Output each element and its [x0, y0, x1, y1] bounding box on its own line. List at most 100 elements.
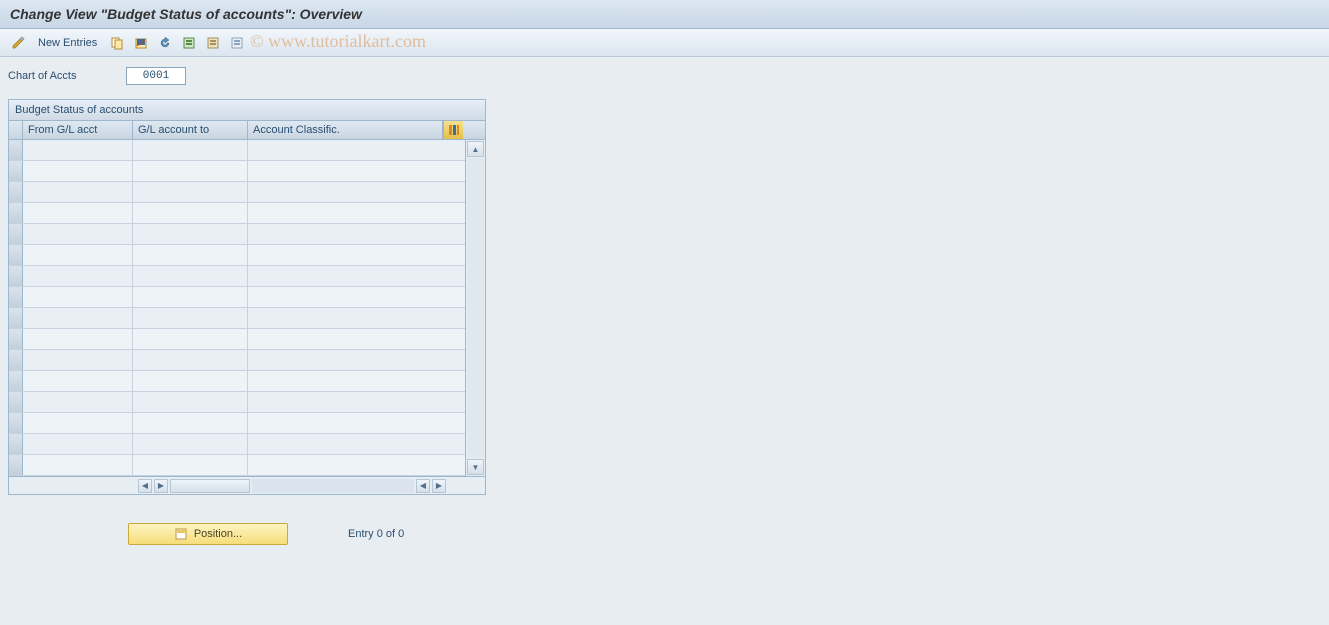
row-selector[interactable] — [9, 182, 23, 202]
column-header-gl-to[interactable]: G/L account to — [133, 121, 248, 139]
table-row[interactable] — [9, 266, 465, 287]
cell-from-gl[interactable] — [23, 308, 133, 328]
cell-gl-to[interactable] — [133, 266, 248, 286]
cell-gl-to[interactable] — [133, 371, 248, 391]
position-button[interactable]: Position... — [128, 523, 288, 545]
row-selector[interactable] — [9, 245, 23, 265]
scroll-first-icon[interactable]: ◀ — [138, 479, 152, 493]
horizontal-scrollbar[interactable]: ◀ ▶ ◀ ▶ — [137, 479, 447, 493]
cell-gl-to[interactable] — [133, 287, 248, 307]
row-selector[interactable] — [9, 413, 23, 433]
row-selector[interactable] — [9, 308, 23, 328]
chart-of-accts-input[interactable] — [126, 67, 186, 85]
cell-from-gl[interactable] — [23, 329, 133, 349]
cell-classific[interactable] — [248, 224, 443, 244]
row-selector[interactable] — [9, 224, 23, 244]
table-row[interactable] — [9, 224, 465, 245]
select-all-icon[interactable] — [179, 33, 199, 53]
scroll-left-icon[interactable]: ▶ — [154, 479, 168, 493]
cell-gl-to[interactable] — [133, 140, 248, 160]
cell-classific[interactable] — [248, 308, 443, 328]
cell-classific[interactable] — [248, 413, 443, 433]
table-row[interactable] — [9, 329, 465, 350]
row-selector[interactable] — [9, 161, 23, 181]
scroll-down-icon[interactable]: ▼ — [467, 459, 484, 475]
cell-classific[interactable] — [248, 266, 443, 286]
cell-gl-to[interactable] — [133, 161, 248, 181]
cell-classific[interactable] — [248, 161, 443, 181]
scroll-last-icon[interactable]: ▶ — [432, 479, 446, 493]
cell-gl-to[interactable] — [133, 329, 248, 349]
cell-classific[interactable] — [248, 245, 443, 265]
cell-from-gl[interactable] — [23, 434, 133, 454]
cell-gl-to[interactable] — [133, 455, 248, 475]
row-selector[interactable] — [9, 434, 23, 454]
new-entries-button[interactable]: New Entries — [32, 37, 103, 49]
cell-from-gl[interactable] — [23, 266, 133, 286]
cell-classific[interactable] — [248, 140, 443, 160]
cell-from-gl[interactable] — [23, 161, 133, 181]
cell-from-gl[interactable] — [23, 203, 133, 223]
cell-from-gl[interactable] — [23, 140, 133, 160]
cell-classific[interactable] — [248, 203, 443, 223]
row-selector[interactable] — [9, 329, 23, 349]
cell-gl-to[interactable] — [133, 434, 248, 454]
cell-gl-to[interactable] — [133, 392, 248, 412]
cell-classific[interactable] — [248, 455, 443, 475]
table-row[interactable] — [9, 161, 465, 182]
table-row[interactable] — [9, 371, 465, 392]
cell-gl-to[interactable] — [133, 350, 248, 370]
cell-gl-to[interactable] — [133, 182, 248, 202]
row-selector[interactable] — [9, 266, 23, 286]
cell-gl-to[interactable] — [133, 203, 248, 223]
row-selector[interactable] — [9, 140, 23, 160]
table-row[interactable] — [9, 350, 465, 371]
hscroll-thumb[interactable] — [170, 479, 250, 493]
table-row[interactable] — [9, 203, 465, 224]
cell-classific[interactable] — [248, 287, 443, 307]
row-selector[interactable] — [9, 392, 23, 412]
copy-as-icon[interactable] — [107, 33, 127, 53]
cell-from-gl[interactable] — [23, 224, 133, 244]
cell-from-gl[interactable] — [23, 245, 133, 265]
cell-from-gl[interactable] — [23, 287, 133, 307]
table-row[interactable] — [9, 140, 465, 161]
select-block-icon[interactable] — [203, 33, 223, 53]
cell-classific[interactable] — [248, 350, 443, 370]
vertical-scrollbar[interactable]: ▲ ▼ — [465, 140, 485, 476]
cell-from-gl[interactable] — [23, 413, 133, 433]
row-selector[interactable] — [9, 203, 23, 223]
scroll-right-icon[interactable]: ◀ — [416, 479, 430, 493]
table-row[interactable] — [9, 245, 465, 266]
toggle-display-change-icon[interactable] — [8, 33, 28, 53]
scroll-up-icon[interactable]: ▲ — [467, 141, 484, 157]
row-selector[interactable] — [9, 455, 23, 475]
deselect-all-icon[interactable] — [227, 33, 247, 53]
table-row[interactable] — [9, 413, 465, 434]
row-selector[interactable] — [9, 371, 23, 391]
table-row[interactable] — [9, 434, 465, 455]
row-selector[interactable] — [9, 350, 23, 370]
select-all-header[interactable] — [9, 121, 23, 139]
cell-from-gl[interactable] — [23, 455, 133, 475]
cell-gl-to[interactable] — [133, 308, 248, 328]
cell-classific[interactable] — [248, 329, 443, 349]
cell-gl-to[interactable] — [133, 413, 248, 433]
hscroll-track[interactable] — [252, 479, 414, 493]
vscroll-track[interactable] — [467, 158, 484, 458]
cell-classific[interactable] — [248, 182, 443, 202]
cell-gl-to[interactable] — [133, 245, 248, 265]
cell-gl-to[interactable] — [133, 224, 248, 244]
cell-classific[interactable] — [248, 371, 443, 391]
cell-classific[interactable] — [248, 392, 443, 412]
cell-from-gl[interactable] — [23, 392, 133, 412]
column-header-classific[interactable]: Account Classific. — [248, 121, 443, 139]
cell-from-gl[interactable] — [23, 371, 133, 391]
cell-classific[interactable] — [248, 434, 443, 454]
table-row[interactable] — [9, 287, 465, 308]
cell-from-gl[interactable] — [23, 350, 133, 370]
delete-icon[interactable] — [131, 33, 151, 53]
undo-change-icon[interactable] — [155, 33, 175, 53]
table-row[interactable] — [9, 392, 465, 413]
table-row[interactable] — [9, 455, 465, 476]
